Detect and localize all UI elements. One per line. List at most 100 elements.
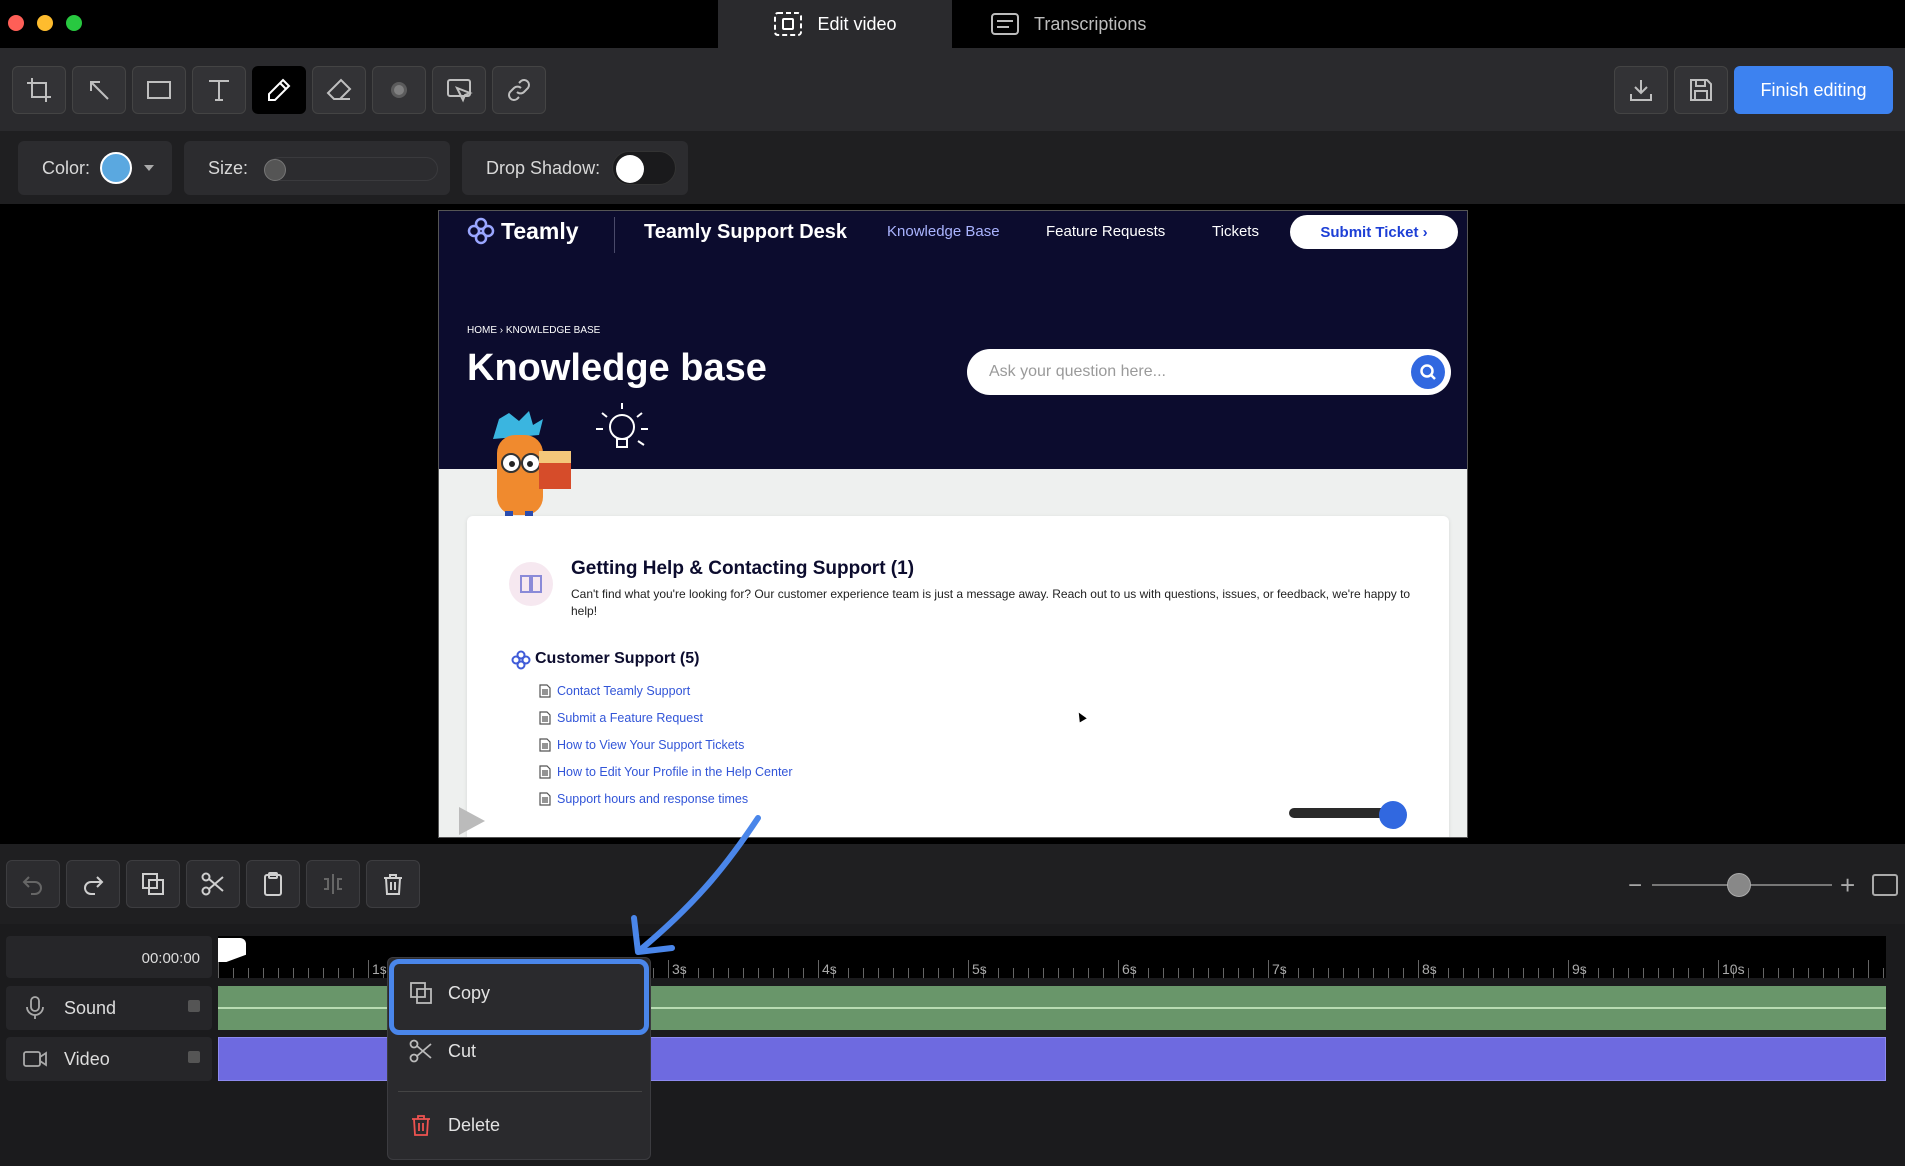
ruler-tick [323,968,324,978]
ruler-tick [1868,960,1869,978]
ruler-tick [968,960,969,978]
ruler-tick [1478,968,1479,978]
color-option[interactable]: Color: [18,141,172,195]
cut-button[interactable] [186,860,240,908]
article-link[interactable]: Contact Teamly Support [539,684,690,698]
ruler-tick [698,968,699,978]
split-icon [324,874,342,894]
rectangle-tool-button[interactable] [132,66,186,114]
video-frame[interactable]: Teamly Teamly Support Desk Knowledge Bas… [438,210,1468,838]
download-button[interactable] [1614,66,1668,114]
ruler-tick [1553,968,1554,978]
maximize-window-button[interactable] [66,15,82,31]
ruler-tick [1238,968,1239,978]
toggle-knob [616,155,644,183]
ruler-tick [1268,960,1269,978]
zoom-out-button[interactable]: − [1628,872,1642,900]
article-link[interactable]: Support hours and response times [539,792,748,806]
link-icon [508,79,530,101]
size-slider-handle[interactable] [264,159,286,181]
ruler-tick [668,960,669,978]
ruler-tick [1193,968,1194,978]
play-icon[interactable] [459,807,485,835]
minimize-window-button[interactable] [37,15,53,31]
redo-button[interactable] [66,860,120,908]
ruler-tick [1298,968,1299,978]
ruler-tick [938,968,939,978]
link-tool-button[interactable] [492,66,546,114]
chevron-down-icon[interactable] [144,165,155,171]
ruler-tick [1118,960,1119,978]
ruler-tick [1373,968,1374,978]
undo-button[interactable] [6,860,60,908]
nav-tickets[interactable]: Tickets [1212,223,1259,240]
search-button[interactable] [1411,355,1445,389]
highlight-icon [447,79,473,103]
zoom-in-button[interactable]: + [1840,870,1855,901]
save-button[interactable] [1674,66,1728,114]
delete-button[interactable] [366,860,420,908]
highlight-tool-button[interactable] [432,66,486,114]
section-title[interactable]: Getting Help & Contacting Support (1) [571,558,914,580]
copy-highlight-annotation [389,959,649,1035]
split-button[interactable] [306,860,360,908]
ruler-tick [1358,968,1359,978]
text-tool-button[interactable] [192,66,246,114]
ruler-tick [923,968,924,978]
arrow-tool-button[interactable] [72,66,126,114]
crop-tool-button[interactable] [12,66,66,114]
paste-button[interactable] [246,860,300,908]
ruler-tick [308,968,309,978]
lock-icon[interactable] [188,1000,200,1012]
duplicate-button[interactable] [126,860,180,908]
submit-ticket-button[interactable]: Submit Ticket › [1290,215,1458,249]
microphone-icon [26,996,44,1019]
pen-tool-button[interactable] [252,66,306,114]
ruler-tick [713,968,714,978]
volume-slider-handle[interactable] [1379,801,1407,829]
drop-shadow-toggle[interactable] [612,151,676,185]
article-link[interactable]: Submit a Feature Request [539,711,703,725]
site-title: Teamly Support Desk [644,221,848,243]
text-icon [209,80,229,101]
category-title[interactable]: Customer Support (5) [535,650,699,668]
finish-editing-button[interactable]: Finish editing [1734,66,1893,114]
crop-icon [27,78,51,102]
article-link[interactable]: How to Edit Your Profile in the Help Cen… [539,765,793,779]
drawing-toolbar [0,48,1905,131]
lock-icon[interactable] [188,1051,200,1063]
ruler-label: 6s [1122,961,1137,977]
page-title: Knowledge base [467,347,767,389]
ruler-tick [1568,960,1569,978]
article-label: Support hours and response times [557,792,749,806]
tab-transcriptions[interactable]: Transcriptions [990,0,1146,48]
tool-options-bar: Color: Size: Drop Shadow: [0,131,1905,204]
close-window-button[interactable] [8,15,24,31]
ruler-tick [728,968,729,978]
color-swatch[interactable] [100,152,133,184]
ruler-tick [1688,968,1689,978]
search-bar[interactable]: Ask your question here... [967,349,1451,395]
nav-knowledge-base[interactable]: Knowledge Base [887,223,1000,240]
ruler-tick [1598,968,1599,978]
ruler-label: 4s [822,961,837,977]
ruler-tick [848,968,849,978]
ruler-label: 1s [372,961,387,977]
nav-feature-requests[interactable]: Feature Requests [1046,223,1165,240]
blur-tool-button[interactable] [372,66,426,114]
document-icon [539,684,551,698]
tab-edit-video[interactable]: Edit video [718,0,952,48]
menu-item-delete[interactable]: Delete [388,1098,650,1152]
clipboard-icon [264,872,282,896]
fit-to-screen-icon[interactable] [1872,874,1898,896]
eraser-tool-button[interactable] [312,66,366,114]
scissors-icon [409,1039,432,1063]
ruler-label: 5s [972,961,987,977]
size-slider-track[interactable] [268,157,438,181]
ruler-tick [1853,968,1854,978]
article-link[interactable]: How to View Your Support Tickets [539,738,744,752]
zoom-slider-handle[interactable] [1727,873,1751,897]
ruler-tick [1223,968,1224,978]
scissors-icon [201,872,224,896]
volume-slider-track[interactable] [1289,808,1389,818]
